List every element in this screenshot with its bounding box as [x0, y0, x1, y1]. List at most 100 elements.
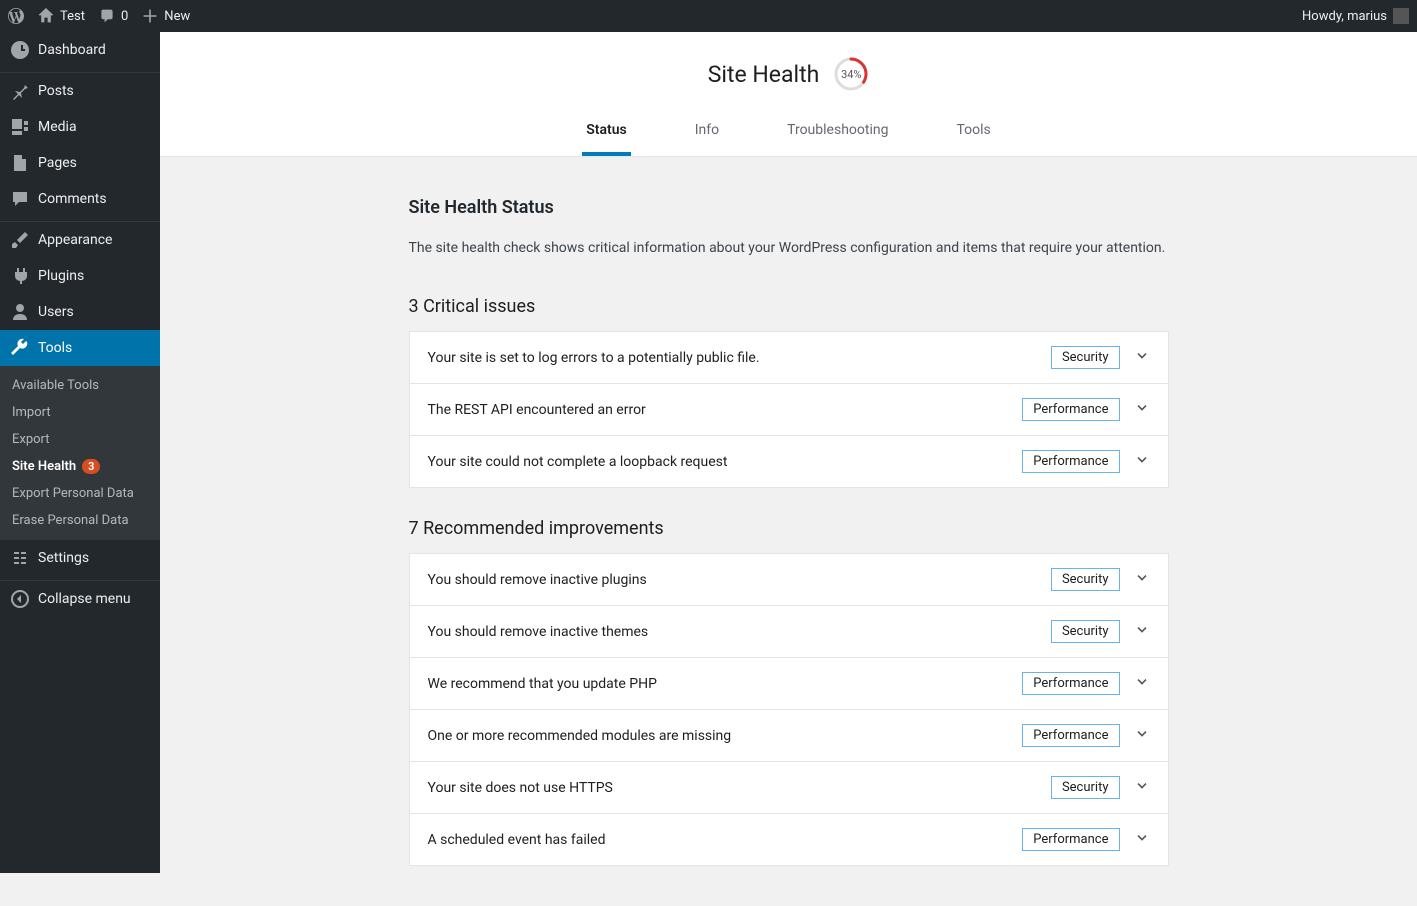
issue-title: Your site is set to log errors to a pote…	[428, 350, 1037, 366]
progress-indicator: 34%	[833, 56, 869, 92]
sidebar-item-posts[interactable]: Posts	[0, 73, 160, 109]
tools-submenu: Available Tools Import Export Site Healt…	[0, 366, 160, 540]
chevron-down-icon	[1134, 452, 1150, 472]
sidebar-item-appearance[interactable]: Appearance	[0, 222, 160, 258]
sidebar-item-label: Settings	[38, 550, 89, 566]
issue-title: Your site could not complete a loopback …	[428, 454, 1009, 470]
issue-row[interactable]: We recommend that you update PHP Performa…	[409, 658, 1169, 710]
recommended-issues-list: You should remove inactive pluginsSecuri…	[409, 553, 1169, 866]
sidebar-item-label: Dashboard	[38, 42, 106, 58]
issue-title: You should remove inactive themes	[428, 624, 1037, 640]
sidebar-item-label: Plugins	[38, 268, 84, 284]
issue-badge: Performance	[1022, 828, 1119, 851]
collapse-icon	[10, 589, 30, 609]
issue-badge: Performance	[1022, 450, 1119, 473]
chevron-down-icon	[1134, 400, 1150, 420]
submenu-label: Available Tools	[12, 378, 99, 393]
issue-badge: Security	[1051, 620, 1120, 643]
issue-title: Your site does not use HTTPS	[428, 780, 1037, 796]
sidebar-item-label: Posts	[38, 83, 74, 99]
critical-heading: 3 Critical issues	[409, 296, 1169, 317]
tab-label: Status	[586, 122, 626, 138]
new-label: New	[164, 9, 190, 24]
submenu-item-available-tools[interactable]: Available Tools	[0, 372, 160, 399]
site-health-header: Site Health 34% Status Info Troubleshoot…	[160, 32, 1417, 157]
avatar	[1393, 8, 1409, 24]
issue-badge: Performance	[1022, 398, 1119, 421]
comment-icon	[99, 8, 115, 24]
sidebar-item-users[interactable]: Users	[0, 294, 160, 330]
tab-label: Troubleshooting	[787, 122, 888, 138]
issue-row[interactable]: You should remove inactive pluginsSecuri…	[409, 554, 1169, 606]
issue-row[interactable]: You should remove inactive themes Securit…	[409, 606, 1169, 658]
page-icon	[10, 153, 30, 173]
submenu-label: Export	[12, 432, 50, 447]
issue-title: A scheduled event has failed	[428, 832, 1009, 848]
submenu-item-export-personal-data[interactable]: Export Personal Data	[0, 480, 160, 507]
submenu-item-export[interactable]: Export	[0, 426, 160, 453]
submenu-label: Import	[12, 405, 51, 420]
critical-issues-list: Your site is set to log errors to a pote…	[409, 331, 1169, 488]
comments-count: 0	[121, 9, 128, 24]
tab-info[interactable]: Info	[691, 112, 723, 156]
issue-badge: Performance	[1022, 724, 1119, 747]
recommended-heading: 7 Recommended improvements	[409, 518, 1169, 539]
sidebar-item-label: Tools	[38, 340, 72, 356]
submenu-item-erase-personal-data[interactable]: Erase Personal Data	[0, 507, 160, 534]
page-title: Site Health	[708, 61, 820, 88]
site-name-link[interactable]: Test	[38, 8, 85, 24]
dashboard-icon	[10, 40, 30, 60]
issue-badge: Security	[1051, 346, 1120, 369]
status-description: The site health check shows critical inf…	[409, 240, 1169, 256]
wp-logo[interactable]	[8, 8, 24, 24]
admin-bar: Test 0 New Howdy, marius	[0, 0, 1417, 32]
issue-badge: Security	[1051, 776, 1120, 799]
submenu-item-import[interactable]: Import	[0, 399, 160, 426]
plus-icon	[142, 8, 158, 24]
sidebar-item-tools[interactable]: Tools	[0, 330, 160, 366]
site-name-label: Test	[60, 9, 85, 24]
site-health-body: Site Health Status The site health check…	[389, 157, 1189, 906]
howdy-link[interactable]: Howdy, marius	[1302, 8, 1409, 24]
collapse-label: Collapse menu	[38, 591, 131, 607]
home-icon	[38, 8, 54, 24]
issue-badge: Security	[1051, 568, 1120, 591]
health-tabs: Status Info Troubleshooting Tools	[160, 112, 1417, 156]
status-heading: Site Health Status	[409, 197, 1169, 218]
submenu-label: Export Personal Data	[12, 486, 134, 501]
tab-label: Info	[695, 122, 719, 138]
chevron-down-icon	[1134, 778, 1150, 798]
chevron-down-icon	[1134, 726, 1150, 746]
media-icon	[10, 117, 30, 137]
sidebar-item-settings[interactable]: Settings	[0, 540, 160, 576]
sidebar-item-comments[interactable]: Comments	[0, 181, 160, 217]
sidebar-item-media[interactable]: Media	[0, 109, 160, 145]
collapse-menu[interactable]: Collapse menu	[0, 581, 160, 617]
sidebar-item-label: Pages	[38, 155, 77, 171]
issue-row[interactable]: A scheduled event has failed Performance	[409, 814, 1169, 866]
tab-tools[interactable]: Tools	[952, 112, 994, 156]
sidebar-item-dashboard[interactable]: Dashboard	[0, 32, 160, 68]
tab-troubleshooting[interactable]: Troubleshooting	[783, 112, 892, 156]
issue-row[interactable]: One or more recommended modules are miss…	[409, 710, 1169, 762]
issue-title: We recommend that you update PHP	[428, 676, 1009, 692]
progress-label: 34%	[833, 56, 869, 92]
issue-row[interactable]: Your site could not complete a loopback …	[409, 436, 1169, 488]
tab-status[interactable]: Status	[582, 112, 630, 156]
issue-row[interactable]: The REST API encountered an errorPerform…	[409, 384, 1169, 436]
comments-link[interactable]: 0	[99, 8, 128, 24]
new-content-link[interactable]: New	[142, 8, 190, 24]
issue-row[interactable]: Your site does not use HTTPS Security	[409, 762, 1169, 814]
sidebar-item-plugins[interactable]: Plugins	[0, 258, 160, 294]
submenu-item-site-health[interactable]: Site Health3	[0, 453, 160, 480]
issue-title: One or more recommended modules are miss…	[428, 728, 1009, 744]
sidebar-item-pages[interactable]: Pages	[0, 145, 160, 181]
count-badge: 3	[82, 459, 100, 474]
wordpress-icon	[8, 8, 24, 24]
issue-badge: Performance	[1022, 672, 1119, 695]
howdy-label: Howdy, marius	[1302, 9, 1387, 24]
chevron-down-icon	[1134, 622, 1150, 642]
tab-label: Tools	[956, 122, 990, 138]
issue-row[interactable]: Your site is set to log errors to a pote…	[409, 332, 1169, 384]
sidebar-item-label: Media	[38, 119, 77, 135]
